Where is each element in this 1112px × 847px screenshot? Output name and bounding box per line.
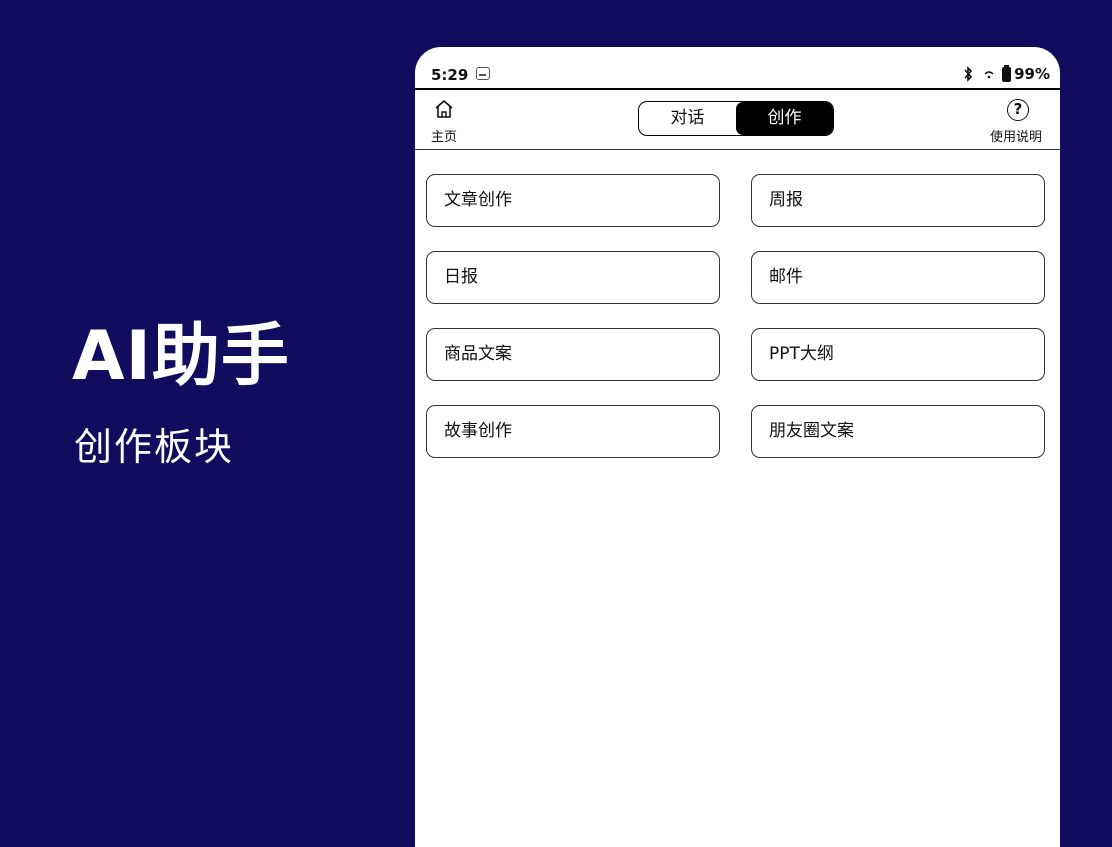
home-icon — [435, 100, 453, 118]
card-story[interactable]: 故事创作 — [426, 405, 720, 458]
promo-subtitle: 创作板块 — [74, 425, 235, 469]
mode-tab-switcher: 对话 创作 — [638, 101, 834, 136]
bluetooth-icon — [964, 66, 973, 82]
device-screen: 5:29 99% 主页 对话 创作 ? 使用说明 文章创作 周报 日报 邮件 商… — [415, 47, 1060, 847]
home-button[interactable]: 主页 — [423, 96, 467, 145]
help-button[interactable]: ? 使用说明 — [986, 96, 1050, 145]
card-email[interactable]: 邮件 — [751, 251, 1045, 304]
battery-icon — [1002, 64, 1012, 82]
status-bar: 5:29 99% — [415, 47, 1060, 90]
battery-percent: 99% — [1014, 65, 1050, 83]
card-daily-report[interactable]: 日报 — [426, 251, 720, 304]
card-weekly-report[interactable]: 周报 — [751, 174, 1045, 227]
home-label: 主页 — [431, 130, 458, 145]
card-product-copy[interactable]: 商品文案 — [426, 328, 720, 381]
tab-chat[interactable]: 对话 — [639, 102, 736, 135]
card-ppt-outline[interactable]: PPT大纲 — [751, 328, 1045, 381]
promo-title: AI助手 — [72, 317, 290, 396]
help-icon: ? — [1007, 99, 1029, 121]
status-indicators: 99% — [962, 64, 1050, 84]
card-moments-copy[interactable]: 朋友圈文案 — [751, 405, 1045, 458]
app-notification-icon — [476, 67, 490, 80]
card-article[interactable]: 文章创作 — [426, 174, 720, 227]
wifi-icon — [984, 71, 994, 79]
help-label: 使用说明 — [990, 130, 1043, 145]
creation-grid: 文章创作 周报 日报 邮件 商品文案 PPT大纲 故事创作 朋友圈文案 — [426, 174, 1045, 458]
app-header: 主页 对话 创作 ? 使用说明 — [415, 90, 1060, 150]
status-time: 5:29 — [431, 66, 469, 84]
tab-create[interactable]: 创作 — [736, 102, 833, 135]
